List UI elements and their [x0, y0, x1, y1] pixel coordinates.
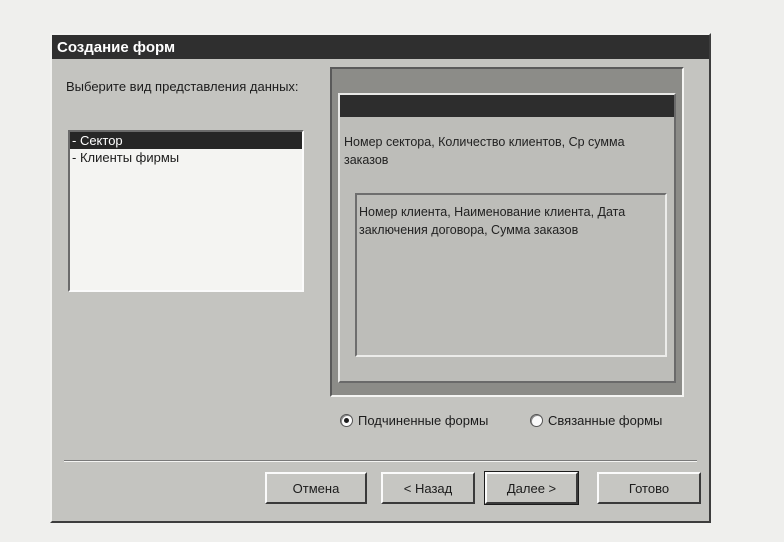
cancel-button[interactable]: Отмена — [265, 472, 367, 504]
view-prompt-label: Выберите вид представления данных: — [66, 79, 299, 94]
main-form-preview: Номер сектора, Количество клиентов, Ср с… — [338, 93, 676, 383]
finish-button[interactable]: Готово — [597, 472, 701, 504]
subforms-radio[interactable]: Подчиненные формы — [340, 413, 488, 428]
form-preview-pane: Номер сектора, Количество клиентов, Ср с… — [330, 67, 684, 397]
view-listbox[interactable]: - Сектор - Клиенты фирмы — [68, 130, 304, 292]
main-form-fields-text: Номер сектора, Количество клиентов, Ср с… — [344, 135, 625, 167]
create-forms-dialog: Создание форм Выберите вид представления… — [50, 33, 711, 523]
form-type-radio-group: Подчиненные формы Связанные формы — [340, 413, 700, 433]
radio-unchecked-icon — [530, 414, 543, 427]
subforms-radio-label: Подчиненные формы — [358, 413, 489, 428]
button-separator — [64, 460, 697, 462]
subform-preview: Номер клиента, Наименование клиента, Дат… — [355, 193, 667, 357]
list-item-clients[interactable]: - Клиенты фирмы — [70, 149, 302, 166]
title-bar[interactable]: Создание форм — [52, 35, 709, 59]
back-button[interactable]: < Назад — [381, 472, 475, 504]
next-button[interactable]: Далее > — [484, 471, 579, 505]
linked-forms-radio-label: Связанные формы — [548, 413, 663, 428]
list-item-sector[interactable]: - Сектор — [70, 132, 302, 149]
radio-checked-icon — [340, 414, 353, 427]
window-title: Создание форм — [57, 38, 176, 56]
preview-title-bar — [340, 95, 674, 117]
linked-forms-radio[interactable]: Связанные формы — [530, 413, 662, 428]
subform-fields-text: Номер клиента, Наименование клиента, Дат… — [359, 205, 626, 237]
